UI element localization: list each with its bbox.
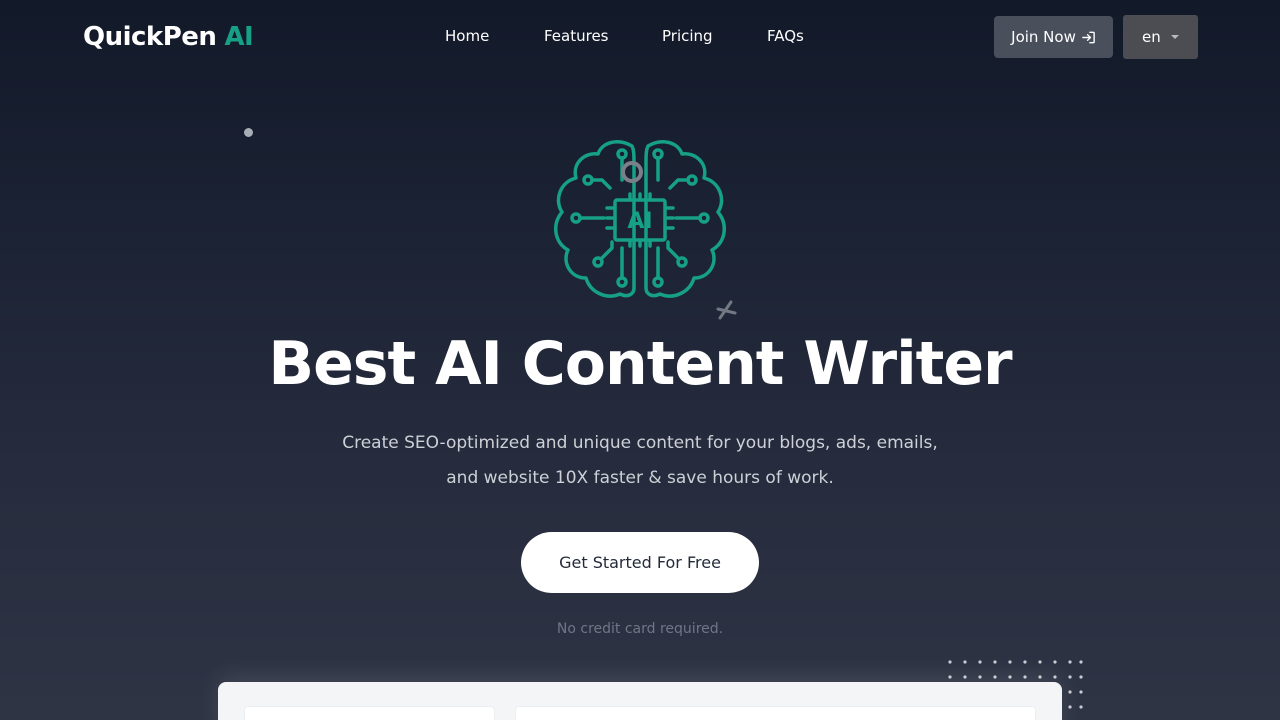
no-credit-card-note: No credit card required.: [556, 621, 724, 637]
decorative-dot: [244, 128, 253, 137]
join-now-label: Join Now: [1011, 28, 1076, 46]
logo[interactable]: QuickPen AI: [83, 20, 254, 54]
logo-accent: AI: [224, 22, 254, 52]
join-now-button[interactable]: Join Now: [994, 16, 1113, 58]
decorative-cross: [716, 300, 737, 320]
logo-brand: QuickPen: [83, 22, 217, 52]
get-started-button[interactable]: Get Started For Free: [521, 532, 759, 593]
chip-label: AI: [627, 209, 652, 234]
caret-down-icon: [1171, 35, 1179, 39]
navbar: QuickPen AI Home Features Pricing FAQs Jo…: [0, 0, 1280, 74]
language-select[interactable]: en: [1123, 15, 1198, 59]
preview-panel-right: [515, 706, 1036, 720]
brain-chip-icon: AI: [554, 140, 726, 298]
language-value: en: [1142, 28, 1161, 46]
nav-link-home[interactable]: Home: [445, 24, 489, 48]
sign-in-icon: [1082, 31, 1095, 43]
hero-subtitle: Create SEO-optimized and unique content …: [342, 433, 938, 488]
preview-card: [218, 682, 1062, 720]
nav-link-pricing[interactable]: Pricing: [662, 24, 713, 48]
hero-title: Best AI Content Writer: [268, 329, 1012, 399]
nav-link-features[interactable]: Features: [544, 24, 609, 48]
nav-link-faqs[interactable]: FAQs: [767, 24, 804, 48]
preview-panel-left: [244, 706, 495, 720]
